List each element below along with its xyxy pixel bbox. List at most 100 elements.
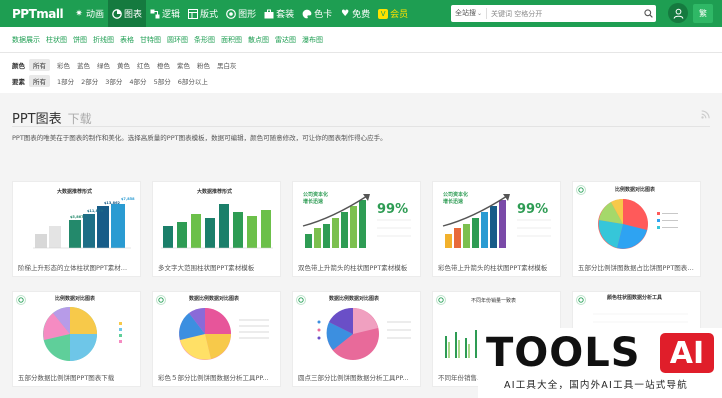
filter-option[interactable]: 彩色 [57,60,70,70]
card-caption: 多文字大范围柱状图PPT素材模板 [158,264,255,272]
category-link[interactable]: 折线图 [93,35,114,45]
filter-option[interactable]: 所有 [29,75,50,87]
card-thumbnail: 比例数据对比图表 [13,292,140,364]
pastel-pie-thumbnail [43,307,122,361]
nav-item-color-cards[interactable]: 色卡 [298,0,336,27]
filter-option[interactable]: 紫色 [177,60,190,70]
watermark-slogan: AI工具大全，国内外AI工具一站式导航 [504,380,688,391]
card-caption: 圆点三部分比例饼图数据分析工具PP... [298,374,409,382]
category-link[interactable]: 饼图 [73,35,87,45]
page-subtitle: 下载 [67,112,92,126]
card-caption: 五部分比例饼图数据占比饼图PPT图表下载 [578,264,696,272]
nav-item-shapes[interactable]: 图形 [222,0,260,27]
category-link[interactable]: 圆环图 [167,35,188,45]
pptmall-badge-icon [16,295,26,305]
template-card[interactable]: 数据比例数据对比图表 圆点三部分比例饼图数据分析工具PP... [292,291,421,387]
pptmall-badge-icon [436,295,446,305]
page-heading: PPT图表 下载 [12,108,92,127]
category-link[interactable]: 柱状图 [46,35,67,45]
filter-option[interactable]: 黄色 [117,60,130,70]
elements-filter-row: 要素 所有 1部分 2部分 3部分 4部分 5部分 6部分以上 [12,75,215,87]
briefcase-icon [264,9,274,19]
filter-option[interactable]: 橙色 [157,60,170,70]
tools-ai-watermark: TOOLS AI AI工具大全，国内外AI工具一站式导航 [478,328,722,398]
filter-option[interactable]: 所有 [29,59,50,71]
category-link[interactable]: 甘特图 [140,35,161,45]
category-link[interactable]: 面积图 [221,35,242,45]
user-icon [673,8,683,19]
search-input[interactable]: 关键词 空格分开 [487,9,542,19]
page-description: PPT图表的唯美在于图表的制作和美化。选择高质量的PPT图表模板，数据可编辑，颜… [12,134,387,142]
rss-icon[interactable] [701,110,710,119]
user-account-button[interactable] [668,3,688,23]
category-link[interactable]: 雷达图 [275,35,296,45]
template-card[interactable]: 比例数据对比图表 五部分比例饼图数据占比饼图PPT图表下载 [572,181,701,277]
main-nav: ✷ 动画 图表 逻辑 版式 图形 套装 色卡 ♥ 免费 V 会员 [70,0,412,27]
filter-option[interactable]: 4部分 [129,76,146,86]
template-card[interactable]: 大数据推荐形式 多文字大范围柱状图PPT素材模板 [152,181,281,277]
template-card[interactable]: 公司资本化 增长迅速 99% 彩色带上升箭头的柱状图PPT素材模板 [432,181,561,277]
search-icon [643,9,653,18]
category-link[interactable]: 条形图 [194,35,215,45]
category-link[interactable]: 表格 [120,35,134,45]
palette-icon [302,9,312,19]
vip-icon: V [378,8,389,19]
color-filter-row: 颜色 所有 彩色 蓝色 绿色 黄色 红色 橙色 紫色 粉色 黑白灰 [12,59,244,71]
pptmall-badge-icon [296,295,306,305]
template-card[interactable]: 比例数据对比图表 五部分数据比例饼图PPT图表下载 [12,291,141,387]
template-card[interactable]: 数据比例数据对比图表 彩色５部分比例饼图数据分析工具PP... [152,291,281,387]
site-logo[interactable]: PPTmall [12,7,70,21]
search-button[interactable] [640,5,656,22]
filter-option[interactable]: 红色 [137,60,150,70]
card-thumbnail: 比例数据对比图表 [573,182,700,254]
shape-icon [226,8,236,19]
traditional-chinese-toggle[interactable]: 繁 [693,4,713,23]
filter-option[interactable]: 1部分 [57,76,74,86]
nav-item-animation[interactable]: ✷ 动画 [70,0,108,27]
sparkle-icon: ✷ [75,8,83,19]
card-caption: 彩色５部分比例饼图数据分析工具PP... [158,374,269,382]
nav-item-logic[interactable]: 逻辑 [146,0,184,27]
nav-item-free[interactable]: ♥ 免费 [336,0,374,27]
filter-option[interactable]: 5部分 [154,76,171,86]
pie-chart-icon [112,8,122,19]
filter-option[interactable]: 绿色 [97,60,110,70]
filter-option[interactable]: 粉色 [197,60,210,70]
nav-item-sets[interactable]: 套装 [260,0,298,27]
card-thumbnail: 公司资本化 增长迅速 99% [293,182,420,254]
chart-category-bar: 数据展示 柱状图 饼图 折线图 表格 甘特图 圆环图 条形图 面积图 散点图 雷… [0,27,722,53]
logic-icon [150,9,160,19]
filter-panel: 颜色 所有 彩色 蓝色 绿色 黄色 红色 橙色 紫色 粉色 黑白灰 要素 所有 … [0,53,722,93]
category-link[interactable]: 散点图 [248,35,269,45]
heart-icon: ♥ [341,8,350,19]
watermark-ai-logo: AI [660,333,714,373]
card-thumbnail: 数据比例数据对比图表 [293,292,420,364]
heading-divider [12,126,710,127]
category-link[interactable]: 瀑布图 [302,35,323,45]
card-thumbnail: 大数据推荐形式 $5,867 $11,879 $13,862 $7,858 [13,182,140,254]
nav-item-charts[interactable]: 图表 [108,0,147,27]
nav-item-vip[interactable]: V 会员 [374,0,412,27]
filter-option[interactable]: 黑白灰 [217,60,237,70]
card-thumbnail: 数据比例数据对比图表 [153,292,280,364]
nav-item-layout[interactable]: 版式 [184,0,222,27]
page-title: PPT图表 [12,112,62,127]
filter-option[interactable]: 6部分以上 [178,76,208,86]
card-caption: 五部分数据比例饼图PPT图表下载 [18,374,115,382]
template-card[interactable]: 大数据推荐形式 $5,867 $11,879 $13,862 $7,858 阶梯… [12,181,141,277]
chevron-down-icon: ⌄ [477,10,483,17]
card-caption: 阶梯上升形态的立体柱状图PPT素材... [18,264,128,272]
pptmall-badge-icon [576,295,586,305]
template-card[interactable]: 公司资本化 增长迅速 99% 双色带上升箭头的柱状图PPT素材模板 [292,181,421,277]
watermark-tools-text: TOOLS [486,330,641,376]
filter-option[interactable]: 蓝色 [77,60,90,70]
card-caption: 双色带上升箭头的柱状图PPT素材模板 [298,264,408,272]
three-part-pie-thumbnail [317,307,411,360]
search-scope-select[interactable]: 全站搜⌄ [451,8,488,19]
category-link[interactable]: 数据展示 [12,35,40,45]
top-nav-bar: PPTmall ✷ 动画 图表 逻辑 版式 图形 套装 色卡 ♥ 免费 V 会员… [0,0,722,27]
filter-option[interactable]: 2部分 [81,76,98,86]
layout-icon [188,8,199,19]
pptmall-badge-icon [156,295,166,305]
filter-option[interactable]: 3部分 [105,76,122,86]
